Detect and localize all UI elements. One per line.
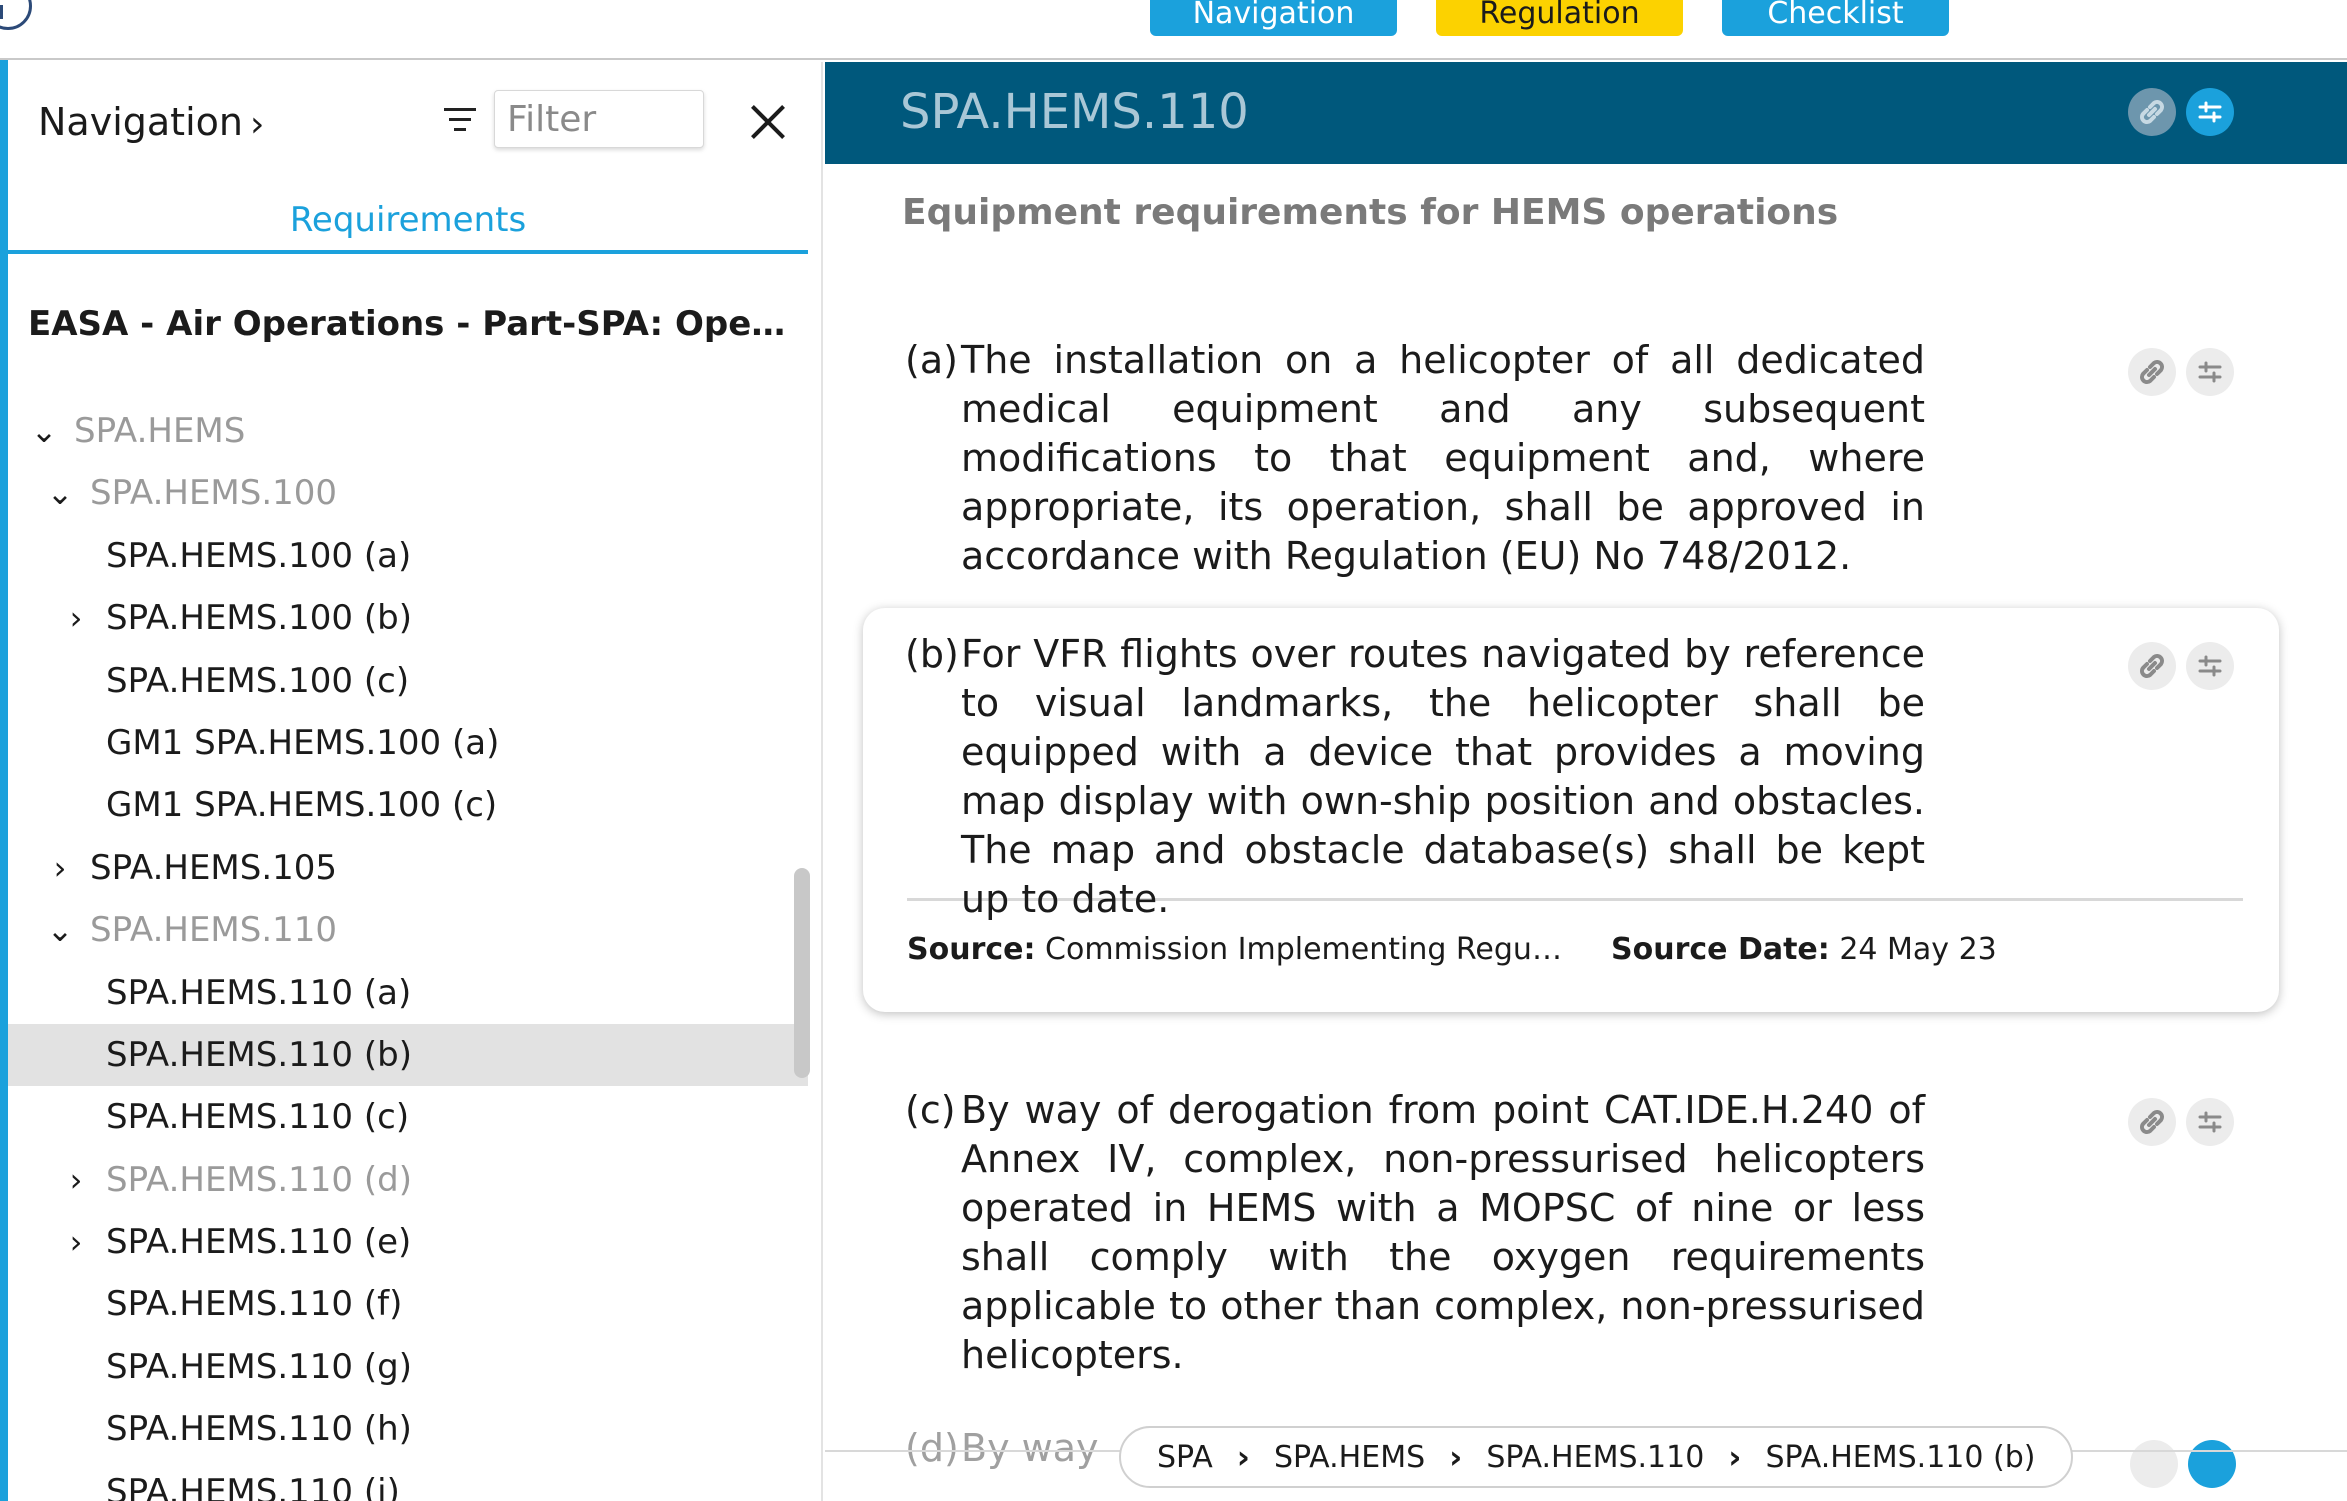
navigation-sidebar: Navigation › Requirements EASA - Air Ope… xyxy=(8,62,823,1501)
tree-item-label: SPA.HEMS.105 xyxy=(90,847,338,888)
tree-item[interactable]: ⌄ SPA.HEMS.100 xyxy=(8,462,808,524)
tree-item[interactable]: › SPA.HEMS.110 (d) xyxy=(8,1149,808,1211)
source-info: Source: Commission Implementing Regula..… xyxy=(907,932,1565,967)
tree-item-label: GM1 SPA.HEMS.100 (c) xyxy=(106,785,498,826)
breadcrumb-item[interactable]: SPA.HEMS xyxy=(1274,1440,1425,1475)
filter-icon[interactable] xyxy=(442,106,478,136)
adjust-icon[interactable] xyxy=(2186,88,2234,136)
tree-item-label: SPA.HEMS.110 (f) xyxy=(106,1284,403,1325)
section-subtitle: Equipment requirements for HEMS operatio… xyxy=(902,192,1839,233)
chevron-right-icon[interactable]: › xyxy=(58,1211,94,1273)
tree-item[interactable]: SPA.HEMS.110 (c) xyxy=(8,1086,808,1148)
add-icon[interactable] xyxy=(0,0,32,30)
sidebar-header: Navigation › xyxy=(8,62,821,182)
tree-item-label: SPA.HEMS.100 xyxy=(90,473,338,514)
source-value: Commission Implementing Regula... xyxy=(1045,932,1566,967)
tree-item[interactable]: SPA.HEMS.100 (c) xyxy=(8,650,808,712)
link-icon[interactable] xyxy=(2128,1098,2176,1146)
tree-item[interactable]: SPA.HEMS.110 (h) xyxy=(8,1398,808,1460)
source-date-label: Source Date: xyxy=(1611,932,1830,967)
navigation-tree: ⌄ SPA.HEMS ⌄ SPA.HEMS.100 SPA.HEMS.100 (a) › S… xyxy=(8,400,808,1501)
tree-item-label: SPA.HEMS.110 xyxy=(90,910,338,951)
tab-requirements[interactable]: Requirements xyxy=(8,190,808,254)
chevron-right-icon: › xyxy=(1449,1438,1463,1476)
tree-item-label: SPA.HEMS xyxy=(74,411,246,451)
main-content: SPA.HEMS.110 Equipment requirements for … xyxy=(825,62,2347,1501)
chevron-right-icon[interactable]: › xyxy=(250,104,264,145)
paragraph-text: By way of derogation from point CAT.IDE.… xyxy=(961,1088,1925,1377)
tab-regulation[interactable]: Regulation xyxy=(1436,0,1683,36)
sidebar-title[interactable]: Navigation xyxy=(38,100,243,144)
tree-item[interactable]: SPA.HEMS.110 (b) xyxy=(8,1023,808,1087)
tree-item[interactable]: SPA.HEMS.110 (f) xyxy=(8,1273,808,1335)
link-icon[interactable] xyxy=(2128,642,2176,690)
tree-item[interactable]: GM1 SPA.HEMS.100 (c) xyxy=(8,774,808,836)
adjust-icon[interactable] xyxy=(2186,1098,2234,1146)
paragraph-b: (b) For VFR flights over routes navigate… xyxy=(905,630,1925,924)
chevron-right-icon: › xyxy=(1728,1438,1742,1476)
breadcrumb-item[interactable]: SPA.HEMS.110 (b) xyxy=(1765,1440,2035,1475)
link-icon[interactable] xyxy=(2130,1440,2178,1488)
tree-item[interactable]: SPA.HEMS.110 (g) xyxy=(8,1336,808,1398)
tree-item-label: SPA.HEMS.110 (a) xyxy=(106,972,412,1013)
chevron-down-icon[interactable]: ⌄ xyxy=(42,462,78,524)
tree-item-label: SPA.HEMS.110 (c) xyxy=(106,1097,410,1138)
chevron-right-icon[interactable]: › xyxy=(58,587,94,649)
tree-item[interactable]: › SPA.HEMS.105 xyxy=(8,837,808,899)
chevron-down-icon[interactable]: ⌄ xyxy=(42,899,78,961)
tab-checklist[interactable]: Checklist xyxy=(1722,0,1949,36)
filter-input[interactable] xyxy=(494,90,704,148)
paragraph-letter: (d) xyxy=(905,1426,959,1470)
paragraph-letter: (c) xyxy=(905,1088,956,1132)
tree-item-label: SPA.HEMS.100 (a) xyxy=(106,535,412,576)
tree-item-label: SPA.HEMS.110 (e) xyxy=(106,1222,412,1263)
chevron-down-icon[interactable]: ⌄ xyxy=(26,400,62,462)
breadcrumb-item[interactable]: SPA xyxy=(1157,1440,1213,1475)
breadcrumb-item[interactable]: SPA.HEMS.110 xyxy=(1486,1440,1704,1475)
paragraph-a: (a) The installation on a helicopter of … xyxy=(905,336,1925,581)
link-icon[interactable] xyxy=(2128,88,2176,136)
paragraph-c: (c) By way of derogation from point CAT.… xyxy=(905,1086,1925,1380)
tree-title[interactable]: EASA - Air Operations - Part-SPA: Operat… xyxy=(28,304,788,344)
tree-item[interactable]: SPA.HEMS.110 (i) xyxy=(8,1461,808,1501)
top-tab-bar: Navigation Regulation Checklist xyxy=(0,0,2347,60)
main-header: SPA.HEMS.110 xyxy=(825,62,2347,164)
chevron-right-icon[interactable]: › xyxy=(42,837,78,899)
link-icon[interactable] xyxy=(2128,348,2176,396)
tree-item[interactable]: ⌄ SPA.HEMS xyxy=(8,400,808,462)
adjust-icon[interactable] xyxy=(2188,1440,2236,1488)
tree-item-label: GM1 SPA.HEMS.100 (a) xyxy=(106,722,500,763)
tree-item[interactable]: ⌄ SPA.HEMS.110 xyxy=(8,899,808,961)
paragraph-text: The installation on a helicopter of all … xyxy=(961,338,1925,578)
tree-item-label: SPA.HEMS.110 (d) xyxy=(106,1159,412,1200)
chevron-right-icon: › xyxy=(1236,1438,1250,1476)
source-date-info: Source Date: 24 May 23 xyxy=(1611,932,1997,967)
tree-item[interactable]: GM1 SPA.HEMS.100 (a) xyxy=(8,712,808,774)
tree-item-label: SPA.HEMS.110 (i) xyxy=(106,1471,400,1501)
left-accent-bar xyxy=(0,60,8,1501)
tree-item[interactable]: › SPA.HEMS.100 (b) xyxy=(8,587,808,649)
tree-item-label: SPA.HEMS.110 (h) xyxy=(106,1409,412,1450)
tree-item[interactable]: › SPA.HEMS.110 (e) xyxy=(8,1211,808,1273)
tree-item[interactable]: SPA.HEMS.100 (a) xyxy=(8,525,808,587)
adjust-icon[interactable] xyxy=(2186,642,2234,690)
app-root: Navigation Regulation Checklist Navigati… xyxy=(0,0,2347,1501)
close-icon[interactable] xyxy=(744,98,792,146)
source-label: Source: xyxy=(907,932,1036,967)
tree-item-label: SPA.HEMS.100 (c) xyxy=(106,660,410,701)
chevron-right-icon[interactable]: › xyxy=(58,1149,94,1211)
tree-item-label: SPA.HEMS.110 (b) xyxy=(106,1034,412,1075)
tab-navigation[interactable]: Navigation xyxy=(1150,0,1397,36)
breadcrumb: SPA › SPA.HEMS › SPA.HEMS.110 › SPA.HEMS… xyxy=(1119,1426,2074,1488)
paragraph-text: For VFR flights over routes navigated by… xyxy=(961,632,1925,921)
source-date-value: 24 May 23 xyxy=(1839,932,1997,967)
page-title: SPA.HEMS.110 xyxy=(900,84,1249,140)
paragraph-letter: (b) xyxy=(905,632,959,676)
sidebar-scrollbar[interactable] xyxy=(794,868,810,1078)
tree-item-label: SPA.HEMS.100 (b) xyxy=(106,598,412,639)
tree-item[interactable]: SPA.HEMS.110 (a) xyxy=(8,962,808,1024)
tree-item-label: SPA.HEMS.110 (g) xyxy=(106,1346,412,1387)
adjust-icon[interactable] xyxy=(2186,348,2234,396)
paragraph-letter: (a) xyxy=(905,338,958,382)
